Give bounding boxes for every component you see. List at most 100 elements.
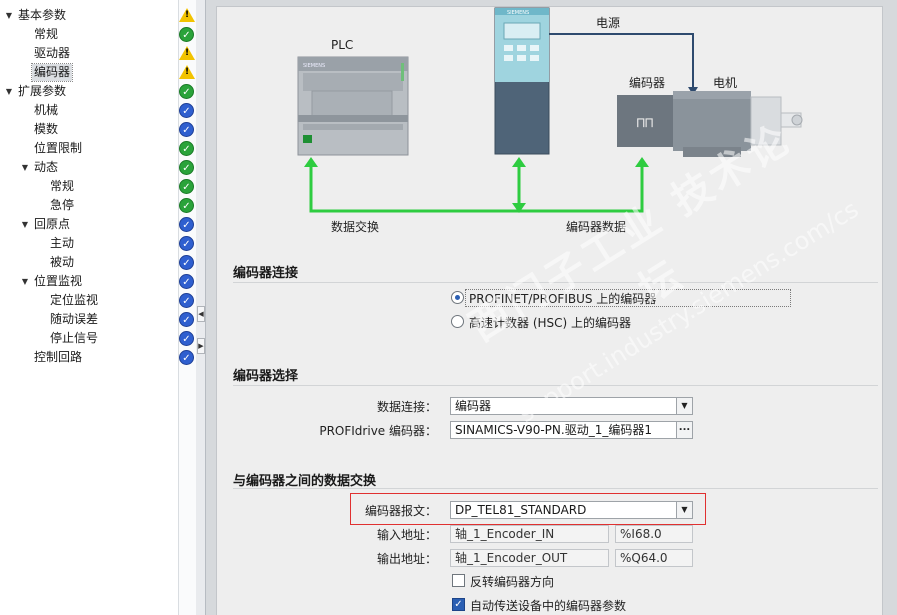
ok-check-icon: ✓ [179, 27, 194, 42]
tree-item[interactable]: 编码器! [0, 63, 196, 82]
invert-direction-label[interactable]: 反转编码器方向 [470, 573, 554, 590]
panel-splitter[interactable]: ◀ ▶ [196, 0, 206, 615]
info-check-icon: ✓ [179, 236, 194, 251]
expand-arrow-icon[interactable]: ▼ [4, 6, 14, 25]
tree-item[interactable]: 被动 ✓ [0, 253, 196, 272]
browse-button[interactable]: ... [676, 422, 692, 438]
tree-item[interactable]: 停止信号 ✓ [0, 329, 196, 348]
expand-arrow-icon[interactable]: ▼ [20, 272, 30, 291]
tree-item[interactable]: 急停 ✓ [0, 196, 196, 215]
warning-icon: ! [179, 46, 195, 60]
tree-item-label: 模数 [34, 122, 59, 136]
tree-item[interactable]: 常规 ✓ [0, 25, 196, 44]
collapse-left-button[interactable]: ◀ [197, 306, 205, 322]
tree-item[interactable]: ▼ 动态 ✓ [0, 158, 196, 177]
info-check-icon: ✓ [179, 350, 194, 365]
drive-device: SIEMENS [494, 7, 550, 155]
plc-label: PLC [331, 38, 354, 52]
section-divider [233, 488, 878, 489]
info-check-icon: ✓ [179, 274, 194, 289]
warning-icon: ! [179, 8, 195, 22]
info-check-icon: ✓ [179, 255, 194, 270]
chevron-down-icon[interactable]: ▼ [676, 398, 692, 414]
invert-direction-checkbox[interactable] [452, 574, 465, 587]
expand-right-button[interactable]: ▶ [197, 338, 205, 354]
ok-check-icon: ✓ [179, 84, 194, 99]
encoder-selection-title: 编码器选择 [233, 369, 299, 384]
ok-check-icon: ✓ [179, 198, 194, 213]
drive-brand-text: SIEMENS [507, 10, 529, 16]
data-exchange-label: 数据交换 [331, 220, 380, 234]
telegram-value: DP_TEL81_STANDARD [455, 503, 587, 517]
expand-arrow-icon[interactable]: ▼ [20, 158, 30, 177]
tree-item[interactable]: 定位监视 ✓ [0, 291, 196, 310]
tree-item-label: 动态 [34, 160, 59, 174]
radio-hsc-label[interactable]: 高速计数器 (HSC) 上的编码器 [469, 314, 631, 331]
plc-device: SIEMENS [297, 56, 409, 156]
power-cable [549, 33, 694, 91]
tree-item-label: 基本参数 [18, 8, 67, 22]
tree-item-label: 扩展参数 [18, 84, 67, 98]
expand-arrow-icon[interactable]: ▼ [20, 215, 30, 234]
chevron-down-icon[interactable]: ▼ [676, 502, 692, 518]
telegram-label: 编码器报文： [364, 504, 437, 518]
ok-check-icon: ✓ [179, 160, 194, 175]
encoder-pulse-icon: ⊓⊓ [637, 115, 654, 131]
tree-item[interactable]: 主动 ✓ [0, 234, 196, 253]
tree-item-label: 主动 [50, 236, 75, 250]
tree-item[interactable]: ▼ 位置监视 ✓ [0, 272, 196, 291]
radio-hsc-encoder[interactable] [451, 315, 464, 328]
panel-edge [883, 0, 897, 615]
data-connection-value: 编码器 [455, 399, 492, 413]
tree-item-label: 编码器 [30, 63, 74, 82]
tree-item[interactable]: 驱动器! [0, 44, 196, 63]
expand-arrow-icon[interactable]: ▼ [4, 82, 14, 101]
tree-item-label: 常规 [50, 179, 75, 193]
info-check-icon: ✓ [179, 103, 194, 118]
data-links [304, 157, 649, 213]
tree-item[interactable]: 位置限制 ✓ [0, 139, 196, 158]
tree-item-label: 驱动器 [34, 46, 71, 60]
power-label: 电源 [596, 16, 621, 30]
tree-item[interactable]: 随动误差 ✓ [0, 310, 196, 329]
telegram-select[interactable]: DP_TEL81_STANDARD ▼ [450, 501, 693, 519]
info-check-icon: ✓ [179, 331, 194, 346]
ok-check-icon: ✓ [179, 179, 194, 194]
info-check-icon: ✓ [179, 217, 194, 232]
auto-transfer-label[interactable]: 自动传送设备中的编码器参数 [470, 597, 626, 614]
encoder-settings-panel: SIEMENS SIEMENS ⊓⊓ PLC 电源 编码器 电机 数据交换 编码… [216, 6, 883, 615]
radio-profinet-label[interactable]: PROFINET/PROFIBUS 上的编码器 [469, 290, 656, 307]
info-check-icon: ✓ [179, 293, 194, 308]
section-divider [233, 385, 878, 386]
ok-check-icon: ✓ [179, 141, 194, 156]
tree-item[interactable]: 常规 ✓ [0, 177, 196, 196]
plc-brand-text: SIEMENS [303, 63, 325, 69]
tree-item[interactable]: ▼ 回原点 ✓ [0, 215, 196, 234]
hardware-diagram: SIEMENS SIEMENS ⊓⊓ [297, 7, 803, 213]
tree-item[interactable]: ▼ 基本参数! [0, 6, 196, 25]
tree-item[interactable]: ▼ 扩展参数 ✓ [0, 82, 196, 101]
input-tag-field: 轴_1_Encoder_IN [450, 525, 609, 543]
output-address-label: 输出地址： [376, 552, 437, 566]
tree-item-label: 回原点 [34, 217, 71, 231]
tree-item[interactable]: 模数 ✓ [0, 120, 196, 139]
navigation-tree: ▼ 基本参数! 常规 ✓ 驱动器! 编码器! ▼ 扩展参数 ✓ 机械 ✓ 模数 ✓ 位置限制 ✓ ▼ 动态 ✓ 常规… [0, 0, 196, 615]
tree-item-label: 位置监视 [34, 274, 83, 288]
tree-item-label: 停止信号 [50, 331, 99, 345]
tree-item[interactable]: 机械 ✓ [0, 101, 196, 120]
encoder-data-label: 编码器数据 [566, 220, 627, 234]
tree-item-label: 机械 [34, 103, 59, 117]
auto-transfer-checkbox[interactable]: ✓ [452, 598, 465, 611]
section-divider [233, 282, 878, 283]
profidrive-encoder-field[interactable]: SINAMICS-V90-PN.驱动_1_编码器1 ... [450, 421, 693, 439]
input-address-field: %I68.0 [615, 525, 693, 543]
radio-profinet-encoder[interactable] [451, 291, 464, 304]
data-connection-select[interactable]: 编码器 ▼ [450, 397, 693, 415]
encoder-connection-title: 编码器连接 [233, 266, 299, 281]
motor-label: 电机 [713, 76, 738, 90]
tree-item-label: 急停 [50, 198, 75, 212]
tree-item[interactable]: 控制回路 ✓ [0, 348, 196, 367]
info-check-icon: ✓ [179, 122, 194, 137]
tree-item-label: 定位监视 [50, 293, 99, 307]
profidrive-encoder-value: SINAMICS-V90-PN.驱动_1_编码器1 [455, 423, 652, 437]
